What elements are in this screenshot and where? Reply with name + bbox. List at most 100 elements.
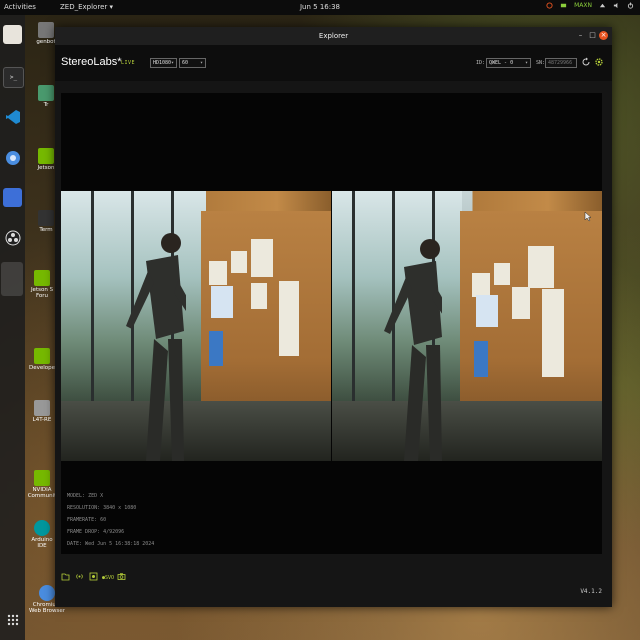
meta-resolution: RESOLUTION: 3840 x 1080 — [67, 505, 137, 511]
window-frame — [91, 191, 94, 406]
version-label: V4.1.2 — [580, 588, 602, 595]
dock: >_ — [0, 15, 25, 640]
screenshot-tool-icon[interactable] — [3, 188, 22, 207]
minimize-icon[interactable]: – — [576, 31, 585, 40]
poster — [211, 286, 233, 318]
vscode-icon[interactable] — [3, 107, 22, 126]
svo-icon[interactable]: ●SVO — [102, 572, 114, 581]
app-menu[interactable]: ZED_Explorer ▾ — [60, 3, 113, 11]
desktop-icon-label: Term — [39, 227, 53, 233]
chromium-icon — [39, 585, 55, 601]
svg-text:●SVO: ●SVO — [102, 575, 114, 581]
chevron-down-icon: ▾ — [199, 60, 203, 66]
terminal-icon — [38, 210, 54, 226]
bottom-toolbar: ●SVO V4.1.2 — [55, 567, 612, 607]
record-indicator-icon[interactable] — [546, 2, 553, 9]
terminal-icon[interactable]: >_ — [3, 67, 24, 88]
posted-paper — [251, 239, 273, 277]
close-icon[interactable]: × — [599, 31, 608, 40]
files-icon[interactable] — [3, 25, 22, 44]
meta-framerate: FRAMERATE: 60 — [67, 517, 107, 523]
trash-icon — [38, 85, 54, 101]
desktop-icon-community[interactable]: NVIDIA Communit — [27, 470, 57, 499]
document-icon — [34, 400, 50, 416]
camera-id-select[interactable]: QWEL - 0 ▾ — [486, 58, 531, 68]
nvidia-icon — [34, 470, 50, 486]
app-toolbar: StereoLabs* LIVE HD1080 ▾ 60 ▾ ID: QWEL - … — [55, 45, 612, 81]
live-status: LIVE — [121, 60, 136, 66]
desktop-icon-label: Jetson S Foru — [30, 287, 54, 299]
system-tray[interactable]: MAXN — [546, 2, 634, 9]
desktop-icon-label: Arduino IDE — [31, 537, 53, 549]
person-figure — [126, 233, 186, 461]
volume-icon[interactable] — [613, 2, 620, 9]
stream-icon[interactable] — [75, 572, 84, 581]
nvidia-icon — [34, 348, 50, 364]
desktop-icon-label: NVIDIA Communit — [27, 487, 57, 499]
window-titlebar[interactable]: Explorer – □ × — [55, 27, 612, 45]
posted-paper — [279, 281, 299, 356]
network-icon[interactable] — [599, 2, 606, 9]
poster — [476, 295, 498, 327]
desktop-icon-l4t[interactable]: L4T-RE — [27, 400, 57, 423]
resolution-select[interactable]: HD1080 ▾ — [150, 58, 177, 68]
window-title: Explorer — [318, 32, 349, 40]
posted-paper — [494, 263, 510, 285]
chevron-down-icon: ▾ — [170, 60, 174, 66]
refresh-icon[interactable] — [581, 57, 591, 67]
clock[interactable]: Jun 5 16:38 — [300, 3, 340, 11]
explorer-window: Explorer – □ × StereoLabs* LIVE HD1080 ▾ … — [55, 27, 612, 607]
posted-paper — [209, 261, 227, 285]
fps-select[interactable]: 60 ▾ — [179, 58, 206, 68]
fps-value: 60 — [182, 60, 189, 66]
posted-paper — [512, 287, 530, 319]
posted-paper — [528, 246, 554, 288]
camera-icon[interactable] — [117, 572, 126, 581]
nvidia-icon — [34, 270, 50, 286]
desktop-icon-label: Jetson — [37, 165, 55, 171]
person-figure — [384, 239, 442, 461]
id-label: ID: — [476, 60, 486, 66]
desktop-icon-label: Tr — [43, 102, 49, 108]
top-bar: Activities ZED_Explorer ▾ Jun 5 16:38 MA… — [0, 0, 640, 15]
left-camera-view — [61, 191, 331, 461]
stereo-view — [61, 191, 602, 461]
home-folder-icon — [38, 22, 54, 38]
desktop-icon-label: genbot — [36, 39, 56, 45]
maximize-icon[interactable]: □ — [588, 31, 597, 40]
obs-icon[interactable] — [3, 228, 22, 247]
posted-paper — [231, 251, 247, 273]
poster — [209, 331, 223, 366]
nvidia-icon — [38, 148, 54, 164]
arduino-icon — [34, 520, 50, 536]
posted-paper — [251, 283, 267, 309]
activities-button[interactable]: Activities — [4, 3, 36, 11]
meta-date: DATE: Wed Jun 5 16:38:18 2024 — [67, 541, 155, 547]
chevron-down-icon: ▾ — [524, 60, 528, 66]
window-frame — [352, 191, 355, 406]
record-icon[interactable] — [89, 572, 98, 581]
brand-logo: StereoLabs* — [61, 56, 122, 68]
serial-number-value: 48729966 — [548, 60, 573, 66]
desktop-icon-arduino[interactable]: Arduino IDE — [27, 520, 57, 549]
meta-model: MODEL: ZED X — [67, 493, 104, 499]
posted-paper — [542, 289, 564, 377]
gear-icon[interactable] — [594, 57, 604, 67]
camera-id-value: QWEL - 0 — [489, 60, 514, 66]
resolution-value: HD1080 — [153, 60, 172, 66]
serial-number-field: 48729966 — [545, 58, 577, 68]
show-apps-icon[interactable] — [3, 610, 22, 629]
mouse-cursor-icon — [584, 211, 592, 222]
video-viewer[interactable]: MODEL: ZED X RESOLUTION: 3840 x 1080 FRA… — [61, 93, 602, 554]
desktop-icon-forum[interactable]: Jetson S Foru — [27, 270, 57, 299]
power-mode-label[interactable]: MAXN — [574, 2, 592, 9]
desktop-icon-label: Develope — [28, 365, 56, 371]
right-camera-view — [332, 191, 602, 461]
power-icon[interactable] — [627, 2, 634, 9]
desktop-icon-label: L4T-RE — [32, 417, 52, 423]
chromium-icon[interactable] — [3, 148, 22, 167]
folder-icon[interactable] — [61, 572, 70, 581]
desktop-icon-developer[interactable]: Develope — [27, 348, 57, 371]
active-app-icon[interactable] — [1, 262, 23, 296]
nvidia-icon[interactable] — [560, 2, 567, 9]
